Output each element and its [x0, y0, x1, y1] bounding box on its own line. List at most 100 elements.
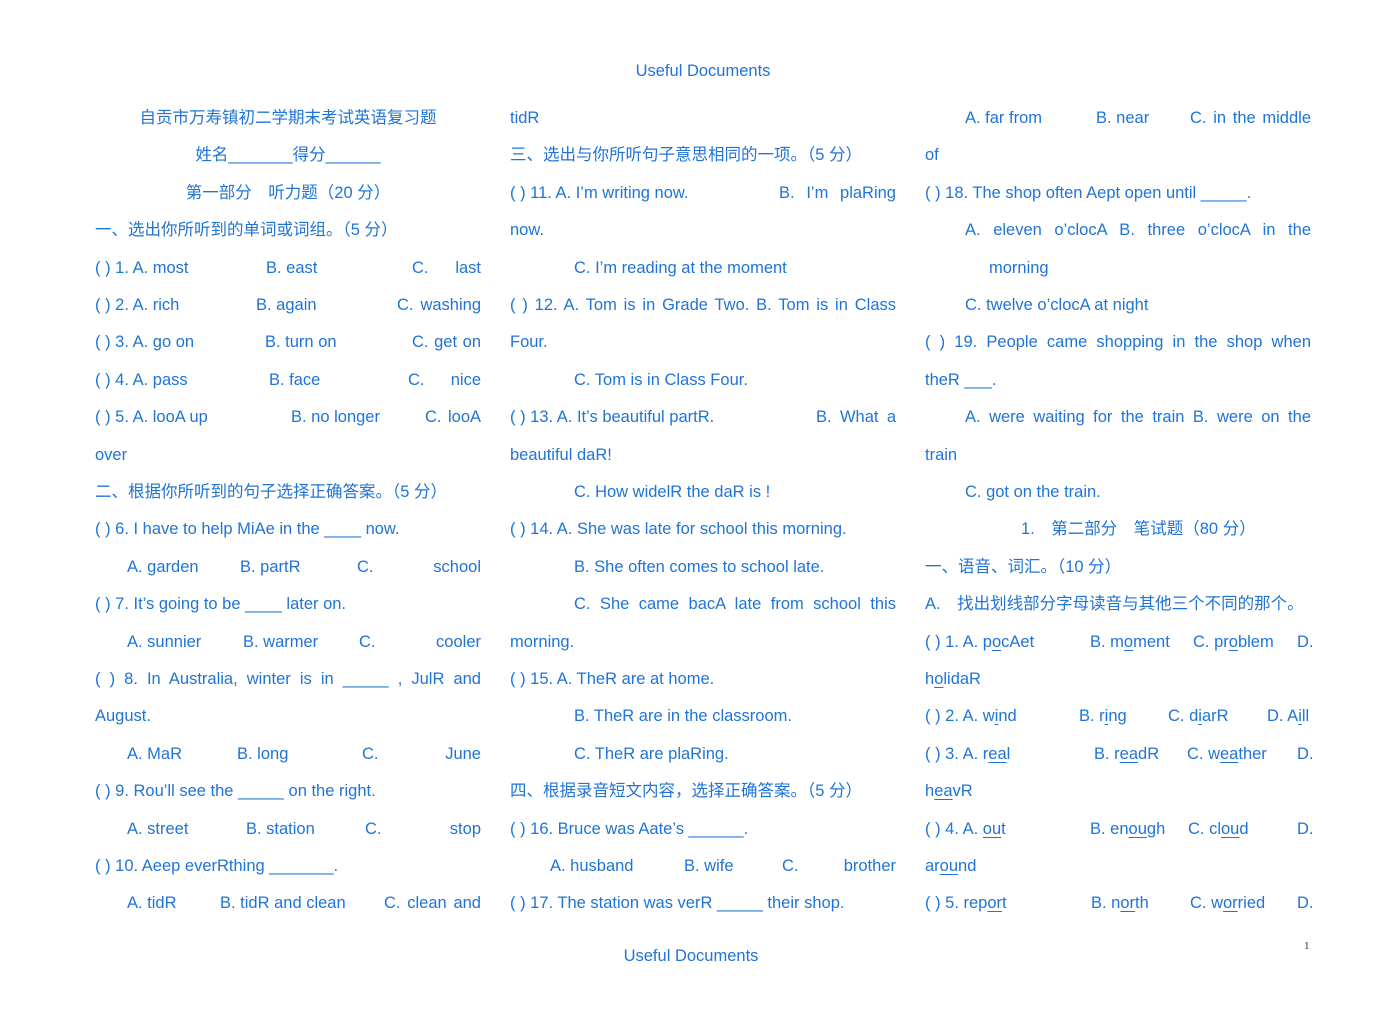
- text-line: ( ) 15. A. TheR are at home.: [510, 670, 715, 688]
- text-line: C. She came bacA late from school this: [574, 595, 896, 614]
- answer-option: B. readR: [1094, 744, 1160, 763]
- page-footer: Useful Documents: [623, 947, 759, 965]
- text-line: C. I’m reading at the moment: [574, 258, 787, 277]
- answer-option: C. weather: [1187, 744, 1267, 763]
- answer-option: B. warmer: [243, 632, 319, 651]
- column-2: tidR 三、选出与你所听句子意思相同的一项。（5 分） ( ) 11. A. I’…: [510, 0, 896, 1035]
- underlined-letters: ea: [988, 744, 1007, 763]
- text-line: 一、语音、词汇。（10 分）: [925, 557, 1122, 576]
- answer-option: B. no longer: [291, 408, 380, 427]
- text-line: ( ) 17. The station was verR _____ their…: [510, 894, 845, 913]
- text-line: ( ) 5. report B. north C. worried D.: [925, 892, 1314, 914]
- text-line: holidaR: [925, 670, 981, 688]
- text-line: ( ) 6. I have to help MiAe in the ____ n…: [95, 520, 400, 539]
- underlined-letters: ea: [1220, 744, 1239, 763]
- question-stem: A. husband: [550, 857, 634, 875]
- question-stem: ( ) 3. A. go on: [95, 333, 195, 352]
- answer-option: B. wife: [684, 857, 734, 875]
- question-stem: A. tidR: [127, 894, 177, 913]
- answer-option: D.: [1297, 819, 1314, 838]
- text-line: ( ) 9. Rou’ll see the _____ on the right…: [95, 782, 376, 801]
- text-line: A. were waiting for the train B. were on…: [965, 408, 1311, 427]
- question-stem: ( ) 3. A. real: [925, 744, 1011, 763]
- text-line: ( ) 16. Bruce was Aate’s ______.: [510, 819, 749, 838]
- underlined-letters: i: [1104, 707, 1109, 726]
- answer-option: C. diarR: [1168, 707, 1229, 726]
- text-line: ( ) 2. A. rich B. again C. washing: [95, 294, 481, 316]
- text-line: A. sunnier B. warmer C. cooler: [95, 631, 481, 653]
- underlined-letters: o: [991, 632, 1002, 651]
- answer-option: D.: [1297, 744, 1314, 763]
- text-line: ( ) 10. Aeep everRthing _______.: [95, 857, 339, 875]
- text-line: heavR: [925, 782, 973, 801]
- question-stem: ( ) 4. A. out: [925, 819, 1006, 838]
- text-line: 姓名_______得分______: [195, 146, 381, 165]
- underlined-letters: i: [994, 707, 999, 726]
- underlined-letters: i: [1198, 707, 1202, 726]
- underlined-letters: ou: [939, 857, 959, 875]
- text-line: morning.: [510, 632, 575, 651]
- question-stem: A. MaR: [127, 744, 183, 763]
- text-line: ( ) 1. A. pocAet B. moment C. problem D.: [925, 631, 1314, 653]
- text-line: A. eleven o’clocA B. three o’clocA in th…: [965, 221, 1311, 240]
- text-line: C. How widelR the daR is !: [574, 483, 771, 501]
- answer-option: B. tidR and clean: [220, 894, 346, 913]
- answer-option: B. station: [246, 819, 315, 838]
- underlined-letters: o: [934, 670, 944, 688]
- answer-option: C. clean and: [384, 894, 481, 913]
- text-line: 自贡市万寿镇初二学期末考试英语复习题: [139, 109, 437, 127]
- question-stem: A. street: [127, 819, 189, 838]
- text-line: ( ) 11. A. I’m writing now. B. I’m plaRin…: [510, 182, 896, 204]
- text-line: around: [925, 857, 977, 875]
- answer-option: D. Aill: [1267, 707, 1310, 726]
- answer-option: B. partR: [240, 557, 301, 576]
- text-line: ( ) 3. A. real B. readR C. weather D.: [925, 743, 1314, 765]
- text-line: ( ) 4. A. out B. enough C. cloud D.: [925, 818, 1314, 840]
- text-line: ( ) 4. A. pass B. face C. nice: [95, 369, 481, 391]
- answer-option: C. get on: [412, 333, 481, 352]
- text-line: ( ) 7. It’s going to be ____ later on.: [95, 595, 347, 614]
- question-stem: ( ) 5. report: [925, 894, 1007, 913]
- answer-option: B. east: [266, 258, 318, 277]
- text-line: Four.: [510, 333, 548, 352]
- text-line: ( ) 8. In Australia, winter is in _____ …: [95, 670, 481, 688]
- underlined-letters: or: [1120, 894, 1136, 913]
- text-line: beautiful daR!: [510, 445, 612, 464]
- underlined-letters: ea: [934, 782, 953, 801]
- text-line: ( ) 18. The shop often Aept open until _…: [925, 183, 1252, 202]
- question-stem: ( ) 1. A. pocAet: [925, 632, 1035, 651]
- text-line: ( ) 1. A. most B. east C. last: [95, 257, 481, 279]
- question-stem: A. sunnier: [127, 632, 202, 651]
- question-stem: ( ) 4. A. pass: [95, 370, 188, 389]
- question-stem: ( ) 2. A. wind: [925, 707, 1017, 726]
- text-line: C. twelve o’clocA at night: [965, 296, 1149, 314]
- answer-option: C. cloud: [1188, 819, 1249, 838]
- answer-option: B. long: [237, 744, 289, 763]
- text-line: A. husband B. wife C. brother: [510, 855, 896, 877]
- text-line: of: [925, 146, 939, 165]
- text-line: theR ___.: [925, 370, 997, 389]
- text-line: B. TheR are in the classroom.: [574, 707, 792, 726]
- answer-option: B. I’m plaRing: [779, 183, 896, 202]
- answer-option: B. near: [1096, 109, 1150, 127]
- text-line: ( ) 2. A. wind B. ring C. diarR D. Aill: [925, 705, 1311, 727]
- text-line: A. far from B. near C. in the middle: [925, 107, 1311, 129]
- answer-option: C. last: [412, 258, 481, 277]
- text-line: 第一部分 听力题（20 分）: [185, 183, 391, 202]
- text-line: ( ) 3. A. go on B. turn on C. get on: [95, 331, 481, 353]
- answer-option: C. nice: [408, 370, 481, 389]
- answer-option: C. washing: [397, 296, 481, 314]
- question-stem: ( ) 1. A. most: [95, 258, 189, 277]
- page-number: 1: [1304, 940, 1310, 952]
- text-line: now.: [510, 221, 544, 240]
- text-line: 一、选出你所听到的单词或词组。（5 分）: [95, 221, 398, 240]
- answer-option: B. face: [269, 370, 321, 389]
- underlined-letters: ou: [1128, 819, 1147, 838]
- text-line: 二、根据你所听到的句子选择正确答案。（5 分）: [95, 483, 448, 501]
- question-stem: ( ) 5. A. looA up: [95, 408, 208, 427]
- answer-option: B. north: [1091, 894, 1149, 913]
- question-stem: ( ) 2. A. rich: [95, 296, 180, 314]
- underlined-letters: o: [1123, 632, 1134, 651]
- text-line: A. MaR B. long C. June: [95, 743, 481, 765]
- underlined-letters: o: [1228, 632, 1238, 651]
